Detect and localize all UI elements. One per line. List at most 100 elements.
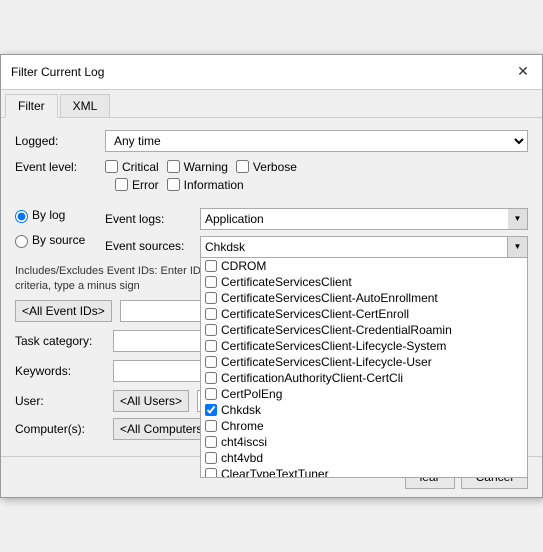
dropdown-item-checkbox-1[interactable]	[205, 276, 217, 288]
dropdown-item-label-2: CertificateServicesClient-AutoEnrollment	[221, 291, 438, 305]
verbose-label: Verbose	[253, 160, 297, 174]
task-category-label: Task category:	[15, 334, 105, 348]
error-checkbox[interactable]	[115, 178, 128, 191]
dropdown-item-9[interactable]: Chkdsk	[201, 402, 527, 418]
event-level-row: Event level: Critical Warning Verbose	[15, 160, 528, 200]
tab-xml[interactable]: XML	[60, 94, 111, 117]
logged-control: Any time	[105, 130, 528, 152]
event-level-section: Critical Warning Verbose Error	[105, 160, 297, 192]
dropdown-item-checkbox-12[interactable]	[205, 452, 217, 464]
log-source-controls: Event logs: ▼ Event sources: ▼	[105, 208, 528, 258]
dropdown-item-2[interactable]: CertificateServicesClient-AutoEnrollment	[201, 290, 527, 306]
information-checkbox-item[interactable]: Information	[167, 178, 244, 192]
close-button[interactable]: ✕	[514, 63, 532, 81]
warning-checkbox[interactable]	[167, 160, 180, 173]
error-label: Error	[132, 178, 159, 192]
dropdown-item-label-11: cht4iscsi	[221, 435, 267, 449]
logged-dropdown[interactable]: Any time	[105, 130, 528, 152]
event-level-row1: Critical Warning Verbose	[105, 160, 297, 174]
error-checkbox-item[interactable]: Error	[115, 178, 159, 192]
dropdown-item-7[interactable]: CertificationAuthorityClient-CertCli	[201, 370, 527, 386]
event-logs-arrow[interactable]: ▼	[508, 208, 528, 230]
warning-label: Warning	[184, 160, 228, 174]
dropdown-item-checkbox-7[interactable]	[205, 372, 217, 384]
tab-filter[interactable]: Filter	[5, 94, 58, 118]
dropdown-item-label-4: CertificateServicesClient-CredentialRoam…	[221, 323, 452, 337]
dropdown-item-checkbox-2[interactable]	[205, 292, 217, 304]
dropdown-item-label-8: CertPolEng	[221, 387, 282, 401]
dropdown-item-checkbox-13[interactable]	[205, 468, 217, 478]
source-input-row: ▼	[200, 236, 528, 258]
computer-label: Computer(s):	[15, 422, 105, 436]
verbose-checkbox[interactable]	[236, 160, 249, 173]
event-logs-row: Event logs: ▼	[105, 208, 528, 230]
by-source-label: By source	[32, 233, 85, 247]
by-log-radio[interactable]	[15, 210, 28, 223]
dropdown-item-10[interactable]: Chrome	[201, 418, 527, 434]
keywords-label: Keywords:	[15, 364, 105, 378]
dropdown-item-3[interactable]: CertificateServicesClient-CertEnroll	[201, 306, 527, 322]
event-sources-row: Event sources: ▼ CDROMCertificateService…	[105, 236, 528, 258]
dropdown-item-13[interactable]: ClearTypeTextTuner	[201, 466, 527, 478]
dropdown-item-label-5: CertificateServicesClient-Lifecycle-Syst…	[221, 339, 446, 353]
dropdown-item-6[interactable]: CertificateServicesClient-Lifecycle-User	[201, 354, 527, 370]
dropdown-item-label-13: ClearTypeTextTuner	[221, 467, 329, 478]
dropdown-item-label-9: Chkdsk	[221, 403, 261, 417]
logged-label: Logged:	[15, 134, 105, 148]
dropdown-item-12[interactable]: cht4vbd	[201, 450, 527, 466]
event-logs-input[interactable]	[200, 208, 528, 230]
all-users-button[interactable]: <All Users>	[113, 390, 189, 412]
dropdown-item-label-3: CertificateServicesClient-CertEnroll	[221, 307, 409, 321]
dropdown-item-checkbox-3[interactable]	[205, 308, 217, 320]
event-logs-label: Event logs:	[105, 212, 200, 226]
logged-row: Logged: Any time	[15, 130, 528, 152]
critical-label: Critical	[122, 160, 159, 174]
dropdown-item-label-1: CertificateServicesClient	[221, 275, 352, 289]
dropdown-item-checkbox-8[interactable]	[205, 388, 217, 400]
filter-content: Logged: Any time Event level: Critical	[1, 118, 542, 457]
critical-checkbox[interactable]	[105, 160, 118, 173]
event-sources-arrow[interactable]: ▼	[508, 236, 528, 258]
dropdown-item-label-10: Chrome	[221, 419, 264, 433]
warning-checkbox-item[interactable]: Warning	[167, 160, 228, 174]
title-bar: Filter Current Log ✕	[1, 55, 542, 90]
verbose-checkbox-item[interactable]: Verbose	[236, 160, 297, 174]
radio-group: By log By source	[15, 208, 105, 258]
dropdown-item-5[interactable]: CertificateServicesClient-Lifecycle-Syst…	[201, 338, 527, 354]
dropdown-item-11[interactable]: cht4iscsi	[201, 434, 527, 450]
all-event-ids-button[interactable]: <All Event IDs>	[15, 300, 112, 322]
dropdown-item-checkbox-9[interactable]	[205, 404, 217, 416]
dropdown-item-0[interactable]: CDROM	[201, 258, 527, 274]
event-sources-input[interactable]	[200, 236, 508, 258]
by-source-radio[interactable]	[15, 235, 28, 248]
information-checkbox[interactable]	[167, 178, 180, 191]
by-log-label: By log	[32, 208, 65, 222]
dropdown-item-4[interactable]: CertificateServicesClient-CredentialRoam…	[201, 322, 527, 338]
dropdown-item-1[interactable]: CertificateServicesClient	[201, 274, 527, 290]
dropdown-item-8[interactable]: CertPolEng	[201, 386, 527, 402]
dropdown-item-label-6: CertificateServicesClient-Lifecycle-User	[221, 355, 432, 369]
dropdown-item-checkbox-10[interactable]	[205, 420, 217, 432]
dropdown-item-checkbox-6[interactable]	[205, 356, 217, 368]
event-sources-label: Event sources:	[105, 236, 200, 253]
dropdown-item-checkbox-4[interactable]	[205, 324, 217, 336]
information-label: Information	[184, 178, 244, 192]
dropdown-item-checkbox-5[interactable]	[205, 340, 217, 352]
filter-dialog: Filter Current Log ✕ Filter XML Logged: …	[0, 54, 543, 499]
dropdown-item-label-7: CertificationAuthorityClient-CertCli	[221, 371, 403, 385]
event-level-row2: Error Information	[105, 178, 297, 192]
dropdown-item-label-12: cht4vbd	[221, 451, 263, 465]
event-sources-container: ▼ CDROMCertificateServicesClientCertific…	[200, 236, 528, 258]
dropdown-item-checkbox-0[interactable]	[205, 260, 217, 272]
tab-bar: Filter XML	[1, 90, 542, 118]
log-source-section: By log By source Event logs: ▼	[15, 208, 528, 258]
event-level-label: Event level:	[15, 160, 105, 174]
user-label: User:	[15, 394, 105, 408]
dialog-title: Filter Current Log	[11, 65, 104, 79]
dropdown-item-checkbox-11[interactable]	[205, 436, 217, 448]
by-source-radio-item[interactable]: By source	[15, 233, 105, 248]
event-sources-dropdown-list[interactable]: CDROM CertificateServicesClient Certificat…	[200, 258, 528, 478]
critical-checkbox-item[interactable]: Critical	[105, 160, 159, 174]
by-log-radio-item[interactable]: By log	[15, 208, 105, 223]
dropdown-item-label-0: CDROM	[221, 259, 266, 273]
